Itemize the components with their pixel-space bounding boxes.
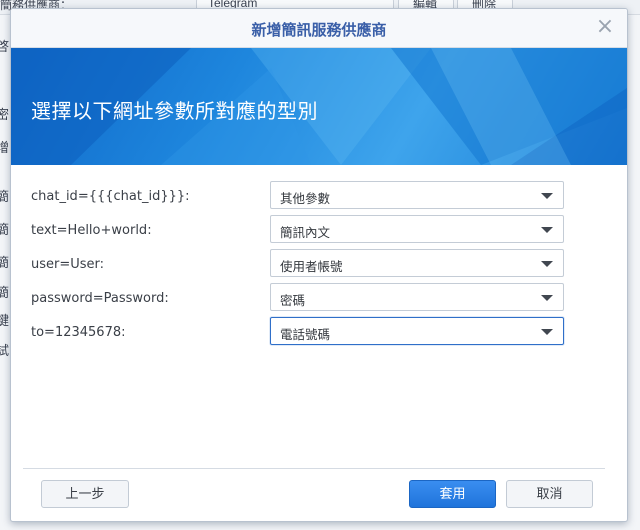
background-side-text: 鍵: [0, 314, 10, 326]
parameter-row: user=User: 使用者帳號: [11, 249, 627, 281]
parameter-label: text=Hello+world:: [31, 223, 152, 238]
parameter-row: chat_id={{{chat_id}}}: 其他參數: [11, 181, 627, 213]
background-side-text: 簡: [0, 286, 10, 298]
parameter-label: to=12345678:: [31, 325, 126, 340]
add-sms-provider-dialog: 新增簡訊服務供應商 × 選擇以下網址參數所對應的型別 chat_id={{{ch…: [10, 8, 628, 522]
parameter-label: password=Password:: [31, 291, 169, 306]
dialog-banner: 選擇以下網址參數所對應的型別: [11, 48, 627, 165]
background-side-text: 試: [0, 344, 10, 356]
select-value: 電話號碼: [280, 327, 331, 342]
parameter-row: to=12345678: 電話號碼: [11, 317, 627, 349]
apply-button[interactable]: 套用: [409, 480, 496, 508]
parameter-type-select[interactable]: 其他參數: [270, 181, 564, 209]
parameter-type-select[interactable]: 使用者帳號: [270, 249, 564, 277]
cancel-button[interactable]: 取消: [506, 480, 593, 508]
background-side-text: 密: [0, 108, 10, 120]
background-side-text: 增: [0, 141, 10, 153]
background-side-text: 啓: [0, 40, 10, 52]
background-side-text: 簡: [0, 223, 10, 235]
chevron-down-icon: [541, 227, 553, 233]
footer-divider: [23, 468, 605, 469]
dialog-titlebar[interactable]: 新增簡訊服務供應商 ×: [11, 9, 627, 48]
select-value: 密碼: [280, 293, 306, 308]
background-side-text: 簡: [0, 190, 10, 202]
chevron-down-icon: [541, 261, 553, 267]
parameter-label: chat_id={{{chat_id}}}:: [31, 189, 190, 204]
chevron-down-icon: [541, 193, 553, 199]
parameter-label: user=User:: [31, 257, 105, 272]
select-value: 簡訊內文: [280, 225, 331, 240]
parameter-type-select[interactable]: 簡訊內文: [270, 215, 564, 243]
banner-heading: 選擇以下網址參數所對應的型別: [31, 99, 318, 123]
parameter-row: password=Password: 密碼: [11, 283, 627, 315]
close-icon[interactable]: ×: [595, 16, 615, 38]
parameter-type-select[interactable]: 電話號碼: [270, 317, 564, 345]
parameter-row: text=Hello+world: 簡訊內文: [11, 215, 627, 247]
chevron-down-icon: [541, 295, 553, 301]
dialog-title: 新增簡訊服務供應商: [251, 21, 387, 39]
background-side-text: 簡: [0, 256, 10, 268]
select-value: 使用者帳號: [280, 259, 343, 274]
chevron-down-icon: [541, 329, 553, 335]
select-value: 其他參數: [280, 191, 331, 206]
previous-button[interactable]: 上一步: [41, 480, 129, 508]
parameter-type-select[interactable]: 密碼: [270, 283, 564, 311]
